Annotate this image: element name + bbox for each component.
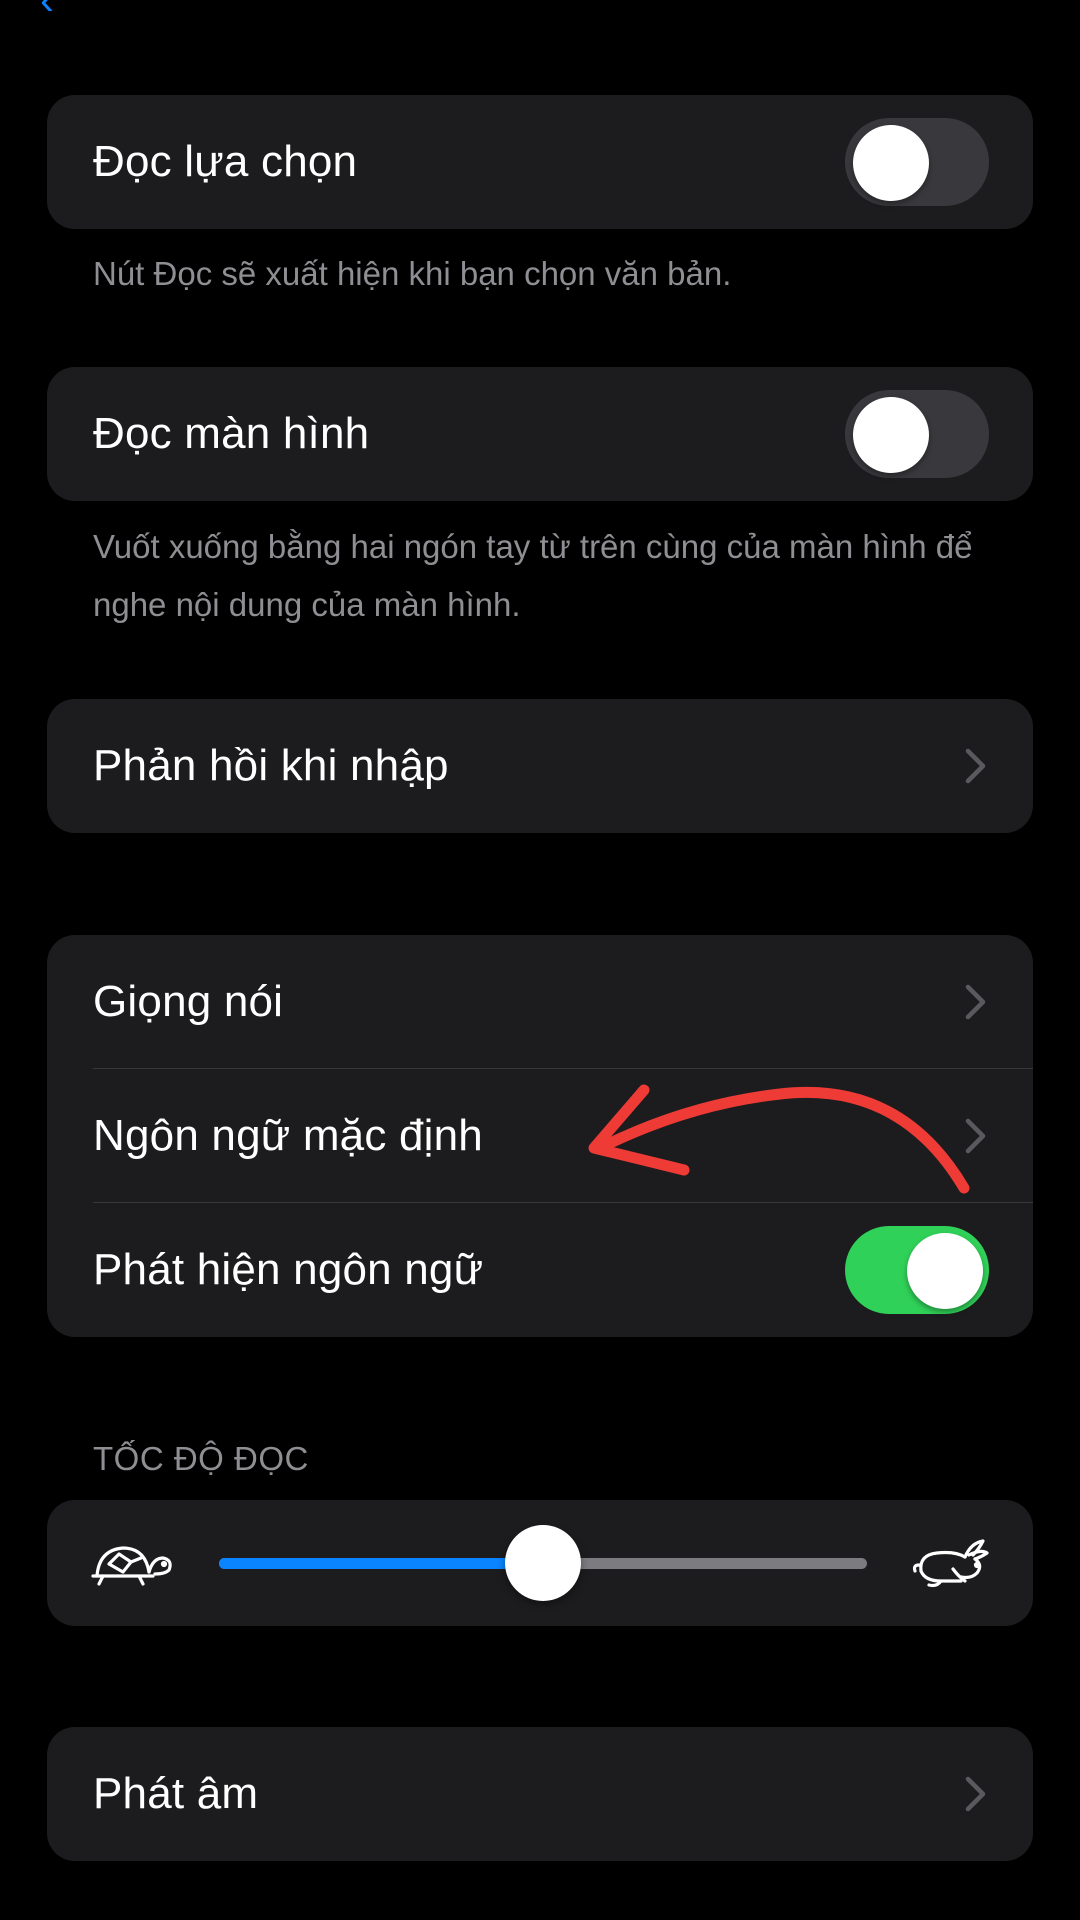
speak-selection-label: Đọc lựa chọn <box>93 137 358 186</box>
toggle-knob <box>853 125 929 201</box>
pronunciations-group: Phát âm <box>47 1727 1033 1861</box>
speaking-rate-slider-row <box>47 1500 1033 1626</box>
tortoise-icon <box>91 1546 172 1586</box>
speak-screen-row: Đọc màn hình <box>47 367 1033 501</box>
speak-selection-group: Đọc lựa chọn <box>47 95 1033 229</box>
speak-screen-toggle[interactable] <box>845 390 989 478</box>
hare-icon <box>912 1539 989 1588</box>
speaking-rate-track[interactable] <box>219 1525 867 1601</box>
speak-screen-group: Đọc màn hình <box>47 367 1033 501</box>
speaking-rate-header: TỐC ĐỘ ĐỌC <box>93 1440 309 1477</box>
detect-language-row: Phát hiện ngôn ngữ <box>47 1203 1033 1337</box>
pronunciations-row[interactable]: Phát âm <box>47 1727 1033 1861</box>
pronunciations-label: Phát âm <box>93 1769 259 1818</box>
voices-row[interactable]: Giọng nói <box>47 935 1033 1069</box>
typing-feedback-group: Phản hồi khi nhập <box>47 699 1033 833</box>
speaking-rate-fill <box>219 1558 543 1569</box>
speaking-rate-thumb[interactable] <box>505 1525 581 1601</box>
chevron-right-icon <box>965 1118 986 1154</box>
typing-feedback-row[interactable]: Phản hồi khi nhập <box>47 699 1033 833</box>
voice-settings-group: Giọng nói Ngôn ngữ mặc định Phát hiện ng… <box>47 935 1033 1337</box>
speak-selection-row: Đọc lựa chọn <box>47 95 1033 229</box>
chevron-right-icon <box>965 984 986 1020</box>
default-language-row[interactable]: Ngôn ngữ mặc định <box>47 1069 1033 1203</box>
back-button-partial[interactable]: ‹ <box>40 0 54 24</box>
chevron-right-icon <box>965 748 986 784</box>
speak-selection-footnote: Nút Đọc sẽ xuất hiện khi bạn chọn văn bả… <box>93 255 732 292</box>
toggle-knob <box>853 397 929 473</box>
typing-feedback-label: Phản hồi khi nhập <box>93 741 449 790</box>
default-language-label: Ngôn ngữ mặc định <box>93 1111 483 1160</box>
speak-screen-label: Đọc màn hình <box>93 409 370 458</box>
detect-language-toggle[interactable] <box>845 1226 989 1314</box>
toggle-knob <box>907 1233 983 1309</box>
chevron-right-icon <box>965 1776 986 1812</box>
speaking-rate-group <box>47 1500 1033 1626</box>
detect-language-label: Phát hiện ngôn ngữ <box>93 1245 484 1294</box>
speak-screen-footnote: Vuốt xuống bằng hai ngón tay từ trên cùn… <box>93 528 973 623</box>
speak-selection-toggle[interactable] <box>845 118 989 206</box>
voices-label: Giọng nói <box>93 977 284 1026</box>
